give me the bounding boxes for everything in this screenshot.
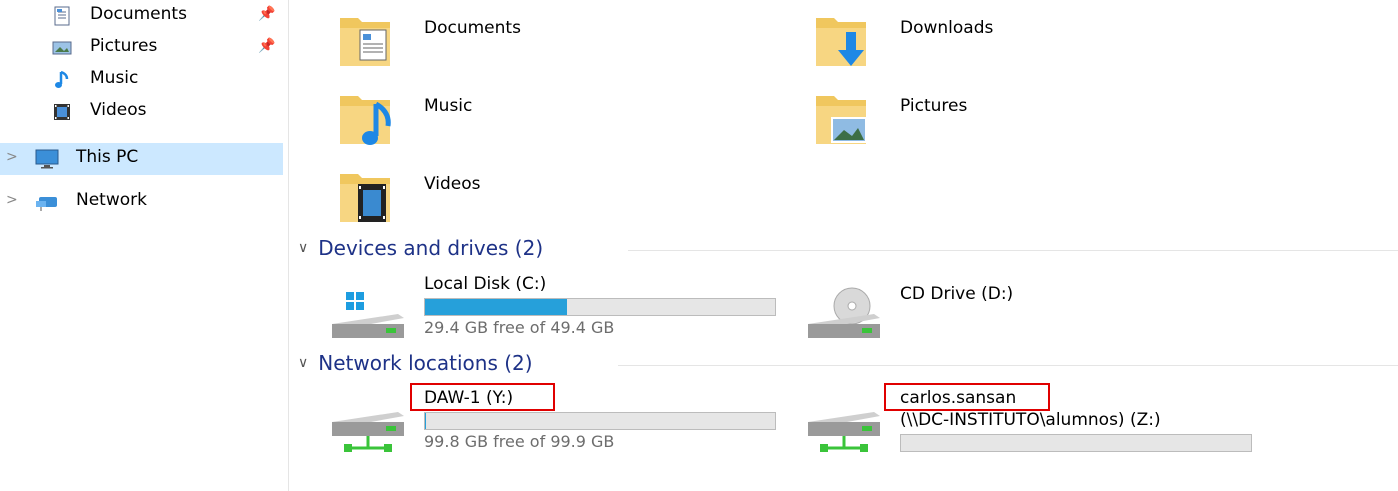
chevron-down-icon[interactable]: ∨ xyxy=(298,355,308,371)
videos-icon xyxy=(54,104,70,120)
drive-usage-bar xyxy=(424,298,776,316)
folder-music[interactable]: Music xyxy=(290,82,710,152)
section-divider xyxy=(628,250,1398,251)
section-header-network-locations[interactable]: ∨ Network locations (2) xyxy=(298,351,1398,375)
sidebar-item-label: Documents xyxy=(90,4,187,24)
local-disk-icon xyxy=(332,292,404,338)
highlight-box xyxy=(884,383,1050,411)
this-pc-icon xyxy=(35,149,59,169)
sidebar-item-network[interactable]: > Network xyxy=(0,186,283,218)
folder-label: Downloads xyxy=(900,18,994,38)
navigation-pane: Documents 📌 Pictures 📌 Music Videos > Th… xyxy=(0,0,289,491)
content-pane: Documents Downloads Music Pictures Video… xyxy=(290,0,1398,491)
sidebar-item-label: Music xyxy=(90,68,139,88)
sidebar-item-documents[interactable]: Documents 📌 xyxy=(0,0,283,32)
music-icon xyxy=(55,70,69,88)
drive-usage-bar xyxy=(900,434,1252,452)
folder-downloads[interactable]: Downloads xyxy=(766,4,1186,74)
folder-videos[interactable]: Videos xyxy=(290,160,710,230)
sidebar-item-videos[interactable]: Videos xyxy=(0,96,283,128)
chevron-right-icon[interactable]: > xyxy=(6,149,18,165)
documents-folder-icon xyxy=(340,18,390,66)
sidebar-item-this-pc[interactable]: > This PC xyxy=(0,143,283,175)
drive-name: Local Disk (C:) xyxy=(424,274,547,294)
network-icon xyxy=(36,197,57,211)
folder-label: Documents xyxy=(424,18,521,38)
drive-name-line2: (\\DC-INSTITUTO\alumnos) (Z:) xyxy=(900,410,1161,430)
network-drive-icon xyxy=(808,412,880,452)
drive-local-disk-c[interactable]: Local Disk (C:) 29.4 GB free of 49.4 GB xyxy=(290,274,776,344)
sidebar-item-label: Network xyxy=(76,190,147,210)
sidebar-item-label: This PC xyxy=(76,147,139,167)
folder-label: Music xyxy=(424,96,473,116)
pictures-folder-icon xyxy=(816,96,867,144)
highlight-box xyxy=(410,383,555,411)
drive-usage-fill xyxy=(425,299,567,315)
sidebar-item-music[interactable]: Music xyxy=(0,64,283,96)
documents-icon xyxy=(54,6,70,26)
section-title: Devices and drives (2) xyxy=(318,236,544,260)
drive-usage-bar xyxy=(424,412,776,430)
folder-label: Pictures xyxy=(900,96,968,116)
section-header-devices[interactable]: ∨ Devices and drives (2) xyxy=(298,236,1398,260)
network-drive-icon xyxy=(332,412,404,452)
drive-free-space: 99.8 GB free of 99.9 GB xyxy=(424,432,615,451)
music-folder-icon xyxy=(340,96,391,145)
drive-name: CD Drive (D:) xyxy=(900,284,1014,304)
section-divider xyxy=(618,365,1398,366)
chevron-down-icon[interactable]: ∨ xyxy=(298,240,308,256)
pin-icon: 📌 xyxy=(258,38,276,54)
folder-label: Videos xyxy=(424,174,481,194)
sidebar-item-pictures[interactable]: Pictures 📌 xyxy=(0,32,283,64)
section-title: Network locations (2) xyxy=(318,351,533,375)
chevron-right-icon[interactable]: > xyxy=(6,192,18,208)
folder-pictures[interactable]: Pictures xyxy=(766,82,1186,152)
folder-documents[interactable]: Documents xyxy=(290,4,710,74)
downloads-folder-icon xyxy=(816,18,866,66)
sidebar-item-label: Pictures xyxy=(90,36,158,56)
drive-free-space: 29.4 GB free of 49.4 GB xyxy=(424,318,615,337)
pictures-icon xyxy=(52,41,72,55)
videos-folder-icon xyxy=(340,174,390,222)
drive-cd-d[interactable]: CD Drive (D:) xyxy=(766,274,1236,344)
cd-drive-icon xyxy=(808,287,880,338)
sidebar-item-label: Videos xyxy=(90,100,147,120)
pin-icon: 📌 xyxy=(258,6,276,22)
